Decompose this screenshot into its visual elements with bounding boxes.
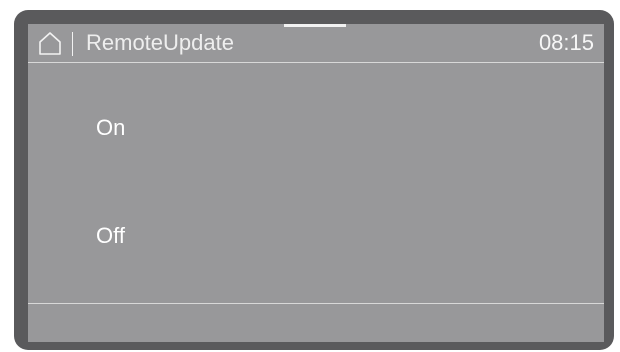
scroll-indicator [284,24,346,27]
option-off[interactable]: Off [96,222,125,250]
home-icon[interactable] [38,31,62,55]
clock: 08:15 [538,30,594,55]
option-on[interactable]: On [96,114,125,142]
page-title: RemoteUpdate [86,30,234,55]
header-bar: RemoteUpdate 08:15 [28,24,604,62]
header-separator [28,62,604,63]
display-screen: RemoteUpdate 08:15 On Off [28,24,604,342]
footer-bar [28,304,604,342]
header-divider [72,32,73,56]
